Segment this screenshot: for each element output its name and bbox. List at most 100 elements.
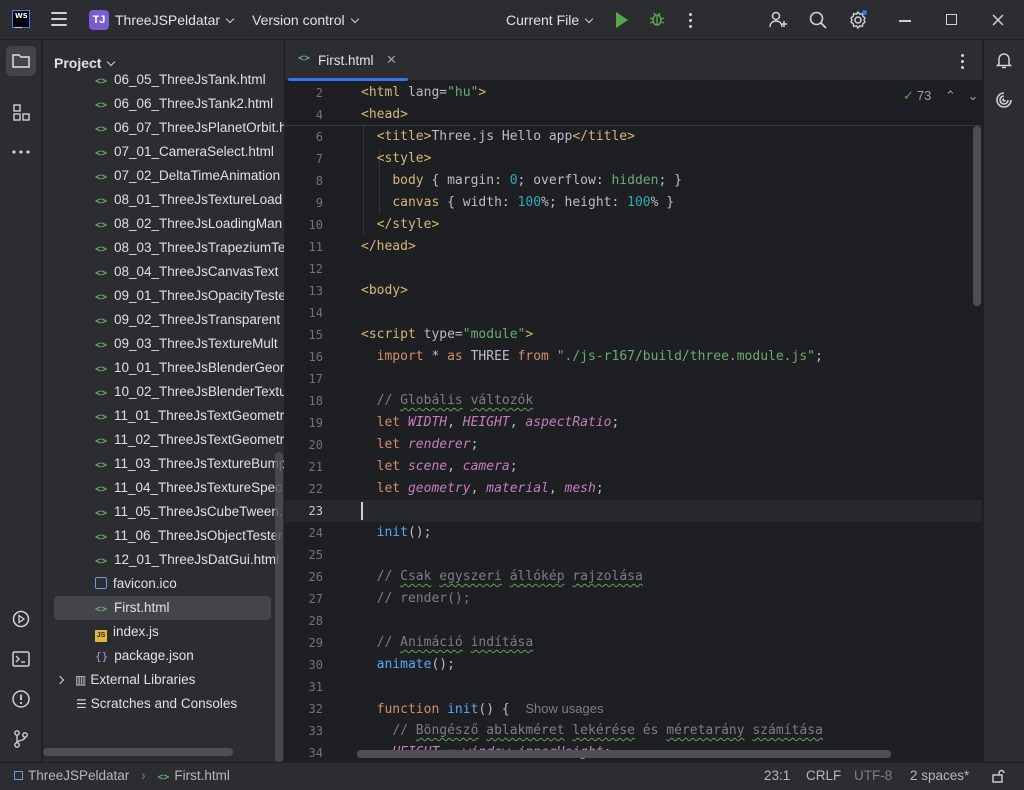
tree-item[interactable]: <> 11_04_ThreeJsTextureSpec xyxy=(43,476,284,500)
tree-item[interactable]: <> 12_01_ThreeJsDatGui.html xyxy=(43,548,284,572)
tree-item[interactable]: {} package.json xyxy=(43,644,284,668)
tree-item[interactable]: <> 10_01_ThreeJsBlenderGeon xyxy=(43,356,284,380)
code-line-29: 29 // Animáció indítása xyxy=(308,635,534,650)
tree-item-scratches[interactable]: ☰ Scratches and Consoles xyxy=(43,692,284,716)
tree-item[interactable]: JS index.js xyxy=(43,620,284,644)
project-badge[interactable]: TJ xyxy=(89,10,109,30)
tree-item[interactable]: <> 08_02_ThreeJsLoadingMan xyxy=(43,212,284,236)
git-tool-button[interactable] xyxy=(6,724,36,754)
editor-tab-bar: <> First.html ✕ xyxy=(285,40,982,81)
html-file-icon: <> xyxy=(95,532,108,543)
tree-item[interactable]: <> 07_02_DeltaTimeAnimation xyxy=(43,164,284,188)
tree-item[interactable]: <> 10_02_ThreeJsBlenderTextu xyxy=(43,380,284,404)
html-file-icon: <> xyxy=(95,436,108,447)
more-actions-icon[interactable] xyxy=(689,13,693,31)
file-encoding[interactable]: UTF-8 xyxy=(854,768,892,783)
minimize-icon[interactable] xyxy=(897,12,913,28)
chevron-right-icon[interactable] xyxy=(55,675,65,685)
add-user-icon[interactable] xyxy=(768,10,788,30)
indent-settings[interactable]: 2 spaces* xyxy=(910,768,969,783)
editor-vertical-scrollbar[interactable] xyxy=(973,126,981,306)
code-line-23: 23 xyxy=(285,500,982,522)
tree-item[interactable]: <> 07_01_CameraSelect.html xyxy=(43,140,284,164)
code-line-32: 32 function init() { Show usages xyxy=(308,701,604,717)
tree-item[interactable]: <> 09_03_ThreeJsTextureMult xyxy=(43,332,284,356)
settings-gear-icon[interactable] xyxy=(848,10,868,30)
json-file-icon: {} xyxy=(95,650,109,663)
tree-item[interactable]: <> 08_04_ThreeJsCanvasText xyxy=(43,260,284,284)
project-name: ThreeJSPeldatar xyxy=(115,12,221,28)
project-selector[interactable]: ThreeJSPeldatar xyxy=(115,12,235,28)
html-file-icon: <> xyxy=(95,508,108,519)
line-separator[interactable]: CRLF xyxy=(806,768,841,783)
tree-item[interactable]: <> First.html xyxy=(54,596,271,620)
next-highlight-icon[interactable]: ⌄ xyxy=(968,88,979,103)
terminal-tool-button[interactable] xyxy=(6,644,36,674)
close-window-icon[interactable] xyxy=(990,12,1006,28)
tree-item-label: 08_03_ThreeJsTrapeziumTe xyxy=(114,240,284,255)
structure-tool-button[interactable] xyxy=(6,97,36,127)
services-tool-button[interactable] xyxy=(6,604,36,634)
previous-highlight-icon[interactable]: ⌃ xyxy=(945,88,956,103)
run-icon[interactable] xyxy=(616,12,628,28)
tree-item[interactable]: <> 11_06_ThreeJsObjectTester xyxy=(43,524,284,548)
tab-first-html[interactable]: <> First.html ✕ xyxy=(285,40,408,81)
tree-item[interactable]: <> 08_01_ThreeJsTextureLoad xyxy=(43,188,284,212)
project-panel: Project <> 06_05_ThreeJsTank.html <> 06_06_… xyxy=(43,40,284,762)
html-file-icon: <> xyxy=(95,292,108,303)
project-vertical-scrollbar[interactable] xyxy=(275,452,283,762)
tree-item[interactable]: <> 11_02_ThreeJsTextGeometr xyxy=(43,428,284,452)
tree-item[interactable]: <> 11_05_ThreeJsCubeTween. xyxy=(43,500,284,524)
checkmark-icon: ✓ xyxy=(903,88,914,103)
editor-horizontal-scrollbar[interactable] xyxy=(357,750,891,758)
debug-icon[interactable] xyxy=(649,11,665,27)
html-file-icon: <> xyxy=(95,244,108,255)
tree-item[interactable]: favicon.ico xyxy=(43,572,284,596)
show-usages-hint[interactable]: Show usages xyxy=(525,701,603,716)
project-horizontal-scrollbar[interactable] xyxy=(43,748,233,756)
html-file-icon: <> xyxy=(95,484,108,495)
code-line-11: 11 </head> xyxy=(308,239,416,254)
version-control-label: Version control xyxy=(252,12,345,28)
maximize-icon[interactable] xyxy=(944,12,960,28)
more-tools-button[interactable] xyxy=(6,137,36,167)
close-tab-icon[interactable]: ✕ xyxy=(386,52,397,68)
html-file-icon: <> xyxy=(157,772,170,783)
tree-item[interactable]: <> 06_07_ThreeJsPlanetOrbit.h xyxy=(43,116,284,140)
tree-item[interactable]: <> 09_02_ThreeJsTransparent xyxy=(43,308,284,332)
webstorm-logo-icon[interactable]: WS __ xyxy=(12,10,30,28)
code-line-18: 18 // Globális változók xyxy=(308,393,534,408)
problems-tool-button[interactable] xyxy=(6,684,36,714)
tree-item[interactable]: <> 06_05_ThreeJsTank.html xyxy=(43,68,284,92)
breadcrumb-file[interactable]: First.html xyxy=(174,768,230,783)
breadcrumb-separator-icon: › xyxy=(141,768,146,783)
folder-icon xyxy=(12,54,30,68)
tree-item-label: First.html xyxy=(114,600,170,615)
run-configuration-label: Current File xyxy=(506,12,580,28)
tree-item-label: 11_01_ThreeJsTextGeometr xyxy=(114,408,284,423)
tree-item-external-libraries[interactable]: ▥ External Libraries xyxy=(43,668,284,692)
unlock-icon[interactable] xyxy=(991,769,1005,783)
version-control-menu[interactable]: Version control xyxy=(252,12,359,28)
tree-item[interactable]: <> 11_01_ThreeJsTextGeometr xyxy=(43,404,284,428)
html-file-icon: <> xyxy=(95,148,108,159)
breadcrumb-project[interactable]: ThreeJSPeldatar xyxy=(28,768,129,783)
tab-options-icon[interactable] xyxy=(961,54,965,72)
run-configuration-selector[interactable]: Current File xyxy=(506,12,594,28)
tree-item-label: 10_02_ThreeJsBlenderTextu xyxy=(114,384,284,399)
html-file-icon: <> xyxy=(95,388,108,399)
caret-position[interactable]: 23:1 xyxy=(764,768,790,783)
notifications-bell-icon[interactable] xyxy=(994,50,1014,70)
code-editor[interactable]: 6 <title>Three.js Hello app</title> 7 <s… xyxy=(285,82,982,762)
tree-item[interactable]: <> 06_06_ThreeJsTank2.html xyxy=(43,92,284,116)
main-menu-icon[interactable] xyxy=(51,12,67,26)
tree-item[interactable]: <> 08_03_ThreeJsTrapeziumTe xyxy=(43,236,284,260)
ai-assistant-icon[interactable] xyxy=(994,90,1014,110)
project-tool-button[interactable] xyxy=(6,46,36,76)
tree-item-label: package.json xyxy=(114,648,194,663)
tree-item[interactable]: <> 11_03_ThreeJsTextureBump xyxy=(43,452,284,476)
tree-item[interactable]: <> 09_01_ThreeJsOpacityTeste xyxy=(43,284,284,308)
search-icon[interactable] xyxy=(808,10,828,30)
inspection-widget[interactable]: ✓ 73 ⌃ ⌄ xyxy=(903,88,978,104)
code-line-9: 9 canvas { width: 100%; height: 100% } xyxy=(315,195,675,210)
